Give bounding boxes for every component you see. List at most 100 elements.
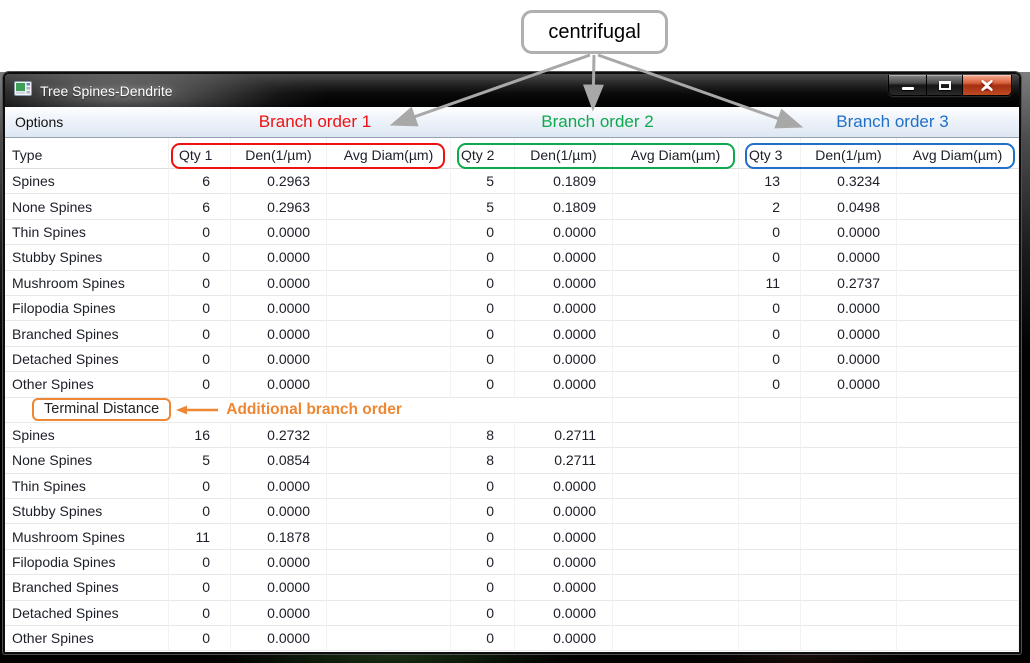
cell [613, 423, 739, 448]
table-row[interactable]: Filopodia Spines00.000000.0000 [5, 550, 1019, 575]
cell [801, 398, 897, 423]
column-header-den1[interactable]: Den(1/µm) [231, 138, 327, 169]
cell: 0.0000 [801, 372, 897, 397]
cell [327, 524, 451, 549]
cell: 0.3234 [801, 169, 897, 194]
cell [897, 398, 1019, 423]
cell: 0.0000 [801, 321, 897, 346]
cell: 0 [739, 321, 801, 346]
cell [897, 448, 1019, 473]
cell: 0.0000 [515, 271, 613, 296]
cell [801, 550, 897, 575]
table-row[interactable]: Branched Spines00.000000.0000 [5, 575, 1019, 600]
centrifugal-callout: centrifugal [521, 10, 668, 54]
cell [327, 169, 451, 194]
cell: 2 [739, 194, 801, 219]
maximize-icon [939, 81, 951, 90]
column-header-avgdiam3[interactable]: Avg Diam(µm) [897, 138, 1019, 169]
row-type-label: Filopodia Spines [5, 296, 169, 321]
table-row[interactable]: Other Spines00.000000.0000 [5, 626, 1019, 651]
column-header-avgdiam2[interactable]: Avg Diam(µm) [613, 138, 739, 169]
cell [739, 423, 801, 448]
cell [613, 524, 739, 549]
column-header-type[interactable]: Type [5, 138, 169, 169]
column-header-qty2[interactable]: Qty 2 [451, 138, 515, 169]
table-row[interactable]: Filopodia Spines00.000000.000000.0000 [5, 296, 1019, 321]
table-row[interactable]: Spines160.273280.2711 [5, 423, 1019, 448]
app-icon [14, 81, 32, 101]
column-header-den3[interactable]: Den(1/µm) [801, 138, 897, 169]
table-row[interactable]: Mushroom Spines110.187800.0000 [5, 524, 1019, 549]
cell [327, 347, 451, 372]
centrifugal-label: centrifugal [548, 21, 640, 44]
menu-item-options[interactable]: Options [5, 114, 73, 130]
row-type-label: Thin Spines [5, 220, 169, 245]
table-row[interactable]: Branched Spines00.000000.000000.0000 [5, 321, 1019, 346]
cell [613, 169, 739, 194]
branch-order-3-label: Branch order 3 [750, 107, 1030, 137]
cell [327, 423, 451, 448]
column-header-qty3[interactable]: Qty 3 [739, 138, 801, 169]
table-row[interactable]: Mushroom Spines00.000000.0000110.2737 [5, 271, 1019, 296]
cell: 0.0000 [515, 474, 613, 499]
cell [327, 575, 451, 600]
cell: 0.0498 [801, 194, 897, 219]
cell: 0.0000 [231, 550, 327, 575]
cell: 11 [739, 271, 801, 296]
cell: 0.0000 [231, 601, 327, 626]
table-row[interactable]: None Spines60.296350.180920.0498 [5, 194, 1019, 219]
table-row[interactable]: Detached Spines00.000000.000000.0000 [5, 347, 1019, 372]
table-row[interactable]: Spines60.296350.1809130.3234 [5, 169, 1019, 194]
cell [613, 245, 739, 270]
cell [739, 601, 801, 626]
cell: 0.0000 [515, 550, 613, 575]
row-type-label: None Spines [5, 194, 169, 219]
cell: 0 [451, 220, 515, 245]
close-button[interactable] [963, 75, 1011, 95]
table-row[interactable]: Stubby Spines00.000000.000000.0000 [5, 245, 1019, 270]
cell: 0.0000 [801, 347, 897, 372]
row-type-label: Branched Spines [5, 575, 169, 600]
row-type-label: Mushroom Spines [5, 524, 169, 549]
column-header-qty1[interactable]: Qty 1 [169, 138, 231, 169]
minimize-button[interactable] [889, 75, 927, 95]
table-row[interactable]: Thin Spines00.000000.000000.0000 [5, 220, 1019, 245]
minimize-icon [902, 87, 914, 90]
cell [613, 550, 739, 575]
table-row[interactable]: None Spines50.085480.2711 [5, 448, 1019, 473]
cell [739, 448, 801, 473]
table-row[interactable]: Thin Spines00.000000.0000 [5, 474, 1019, 499]
cell: 0 [169, 347, 231, 372]
cell: 11 [169, 524, 231, 549]
cell [897, 499, 1019, 524]
cell [897, 194, 1019, 219]
cell: 0.1809 [515, 169, 613, 194]
table-row[interactable]: Other Spines00.000000.000000.0000 [5, 372, 1019, 397]
cell: 0.2732 [231, 423, 327, 448]
terminal-distance-label: Terminal Distance [32, 398, 171, 421]
cell [739, 524, 801, 549]
row-type-label: Mushroom Spines [5, 271, 169, 296]
terminal-distance-row[interactable]: Terminal Distance Additional branch orde… [5, 398, 1019, 423]
row-type-label: Detached Spines [5, 347, 169, 372]
maximize-button[interactable] [927, 75, 963, 95]
table-row[interactable]: Detached Spines00.000000.0000 [5, 601, 1019, 626]
cell [801, 601, 897, 626]
cell: 0 [451, 626, 515, 651]
title-bar[interactable]: Tree Spines-Dendrite [5, 74, 1019, 107]
cell: 0 [451, 372, 515, 397]
table-row[interactable]: Stubby Spines00.000000.0000 [5, 499, 1019, 524]
row-type-label: None Spines [5, 448, 169, 473]
cell: 0 [739, 347, 801, 372]
cell: 8 [451, 448, 515, 473]
column-header-den2[interactable]: Den(1/µm) [515, 138, 613, 169]
spine-data-table: Type Qty 1 Den(1/µm) Avg Diam(µm) Qty 2 … [5, 138, 1019, 652]
cell: 0.0000 [231, 220, 327, 245]
cell [613, 220, 739, 245]
cell [801, 423, 897, 448]
cell [897, 601, 1019, 626]
row-type-label: Spines [5, 169, 169, 194]
cell: 0.0854 [231, 448, 327, 473]
column-header-avgdiam1[interactable]: Avg Diam(µm) [327, 138, 451, 169]
cell [327, 245, 451, 270]
